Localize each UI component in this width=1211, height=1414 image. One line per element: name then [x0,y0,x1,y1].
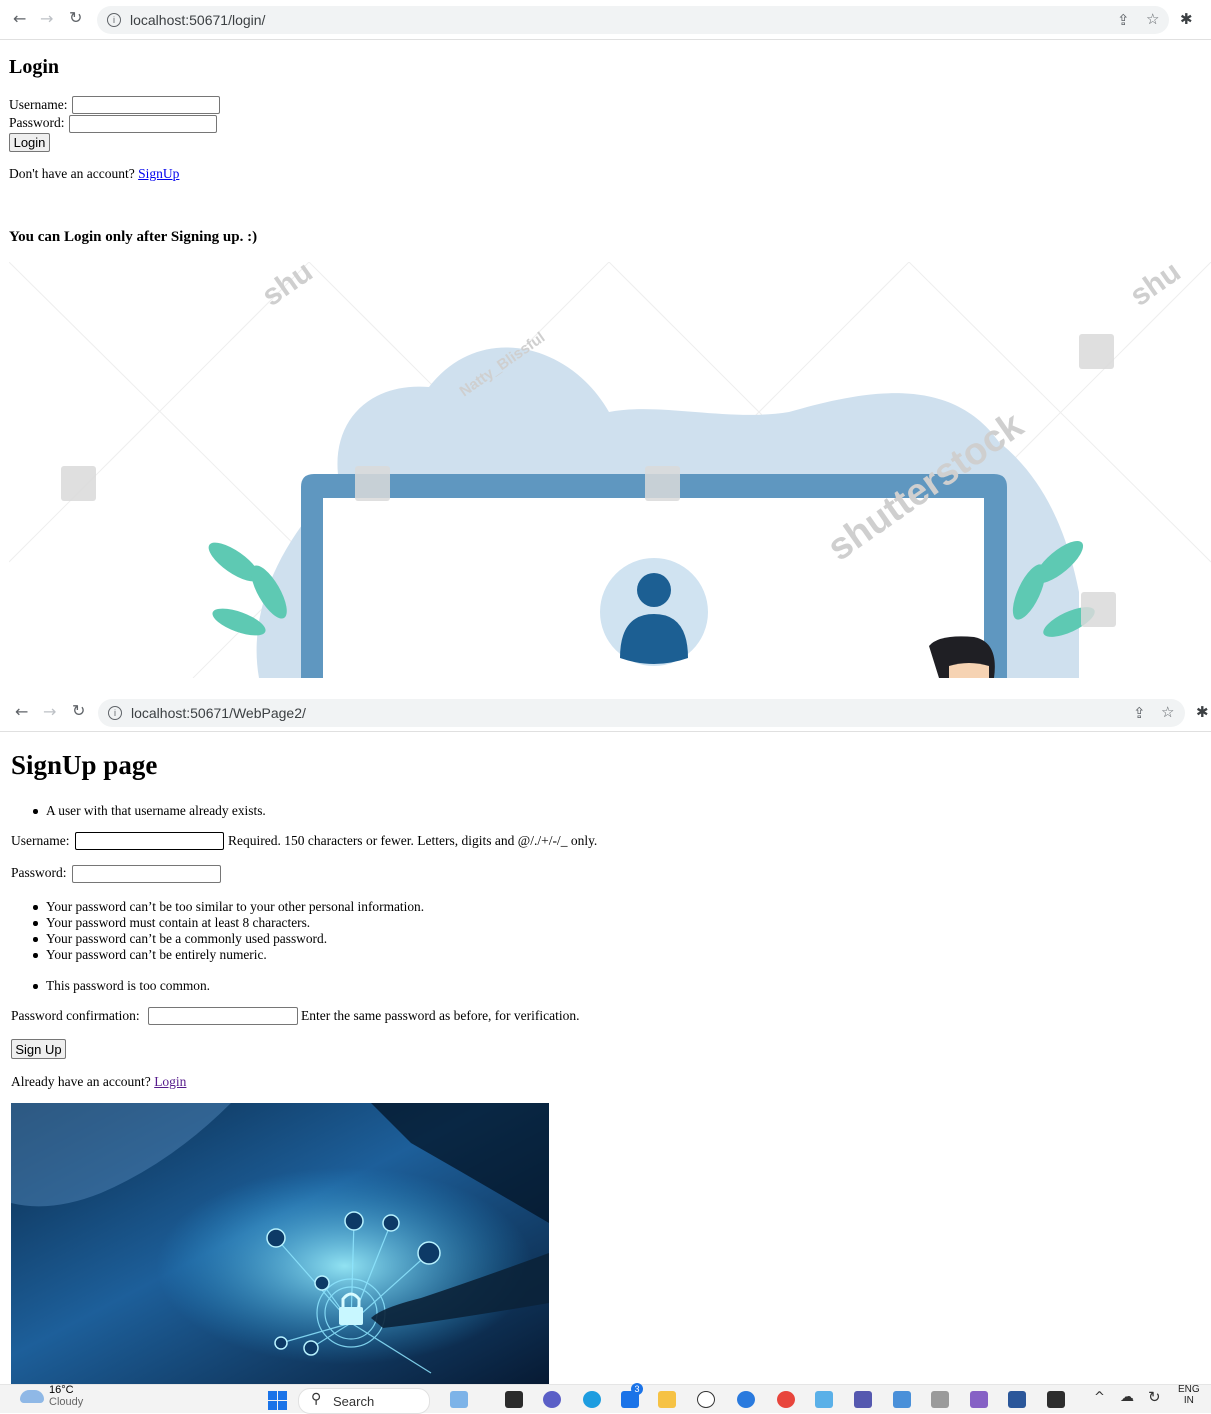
extensions-icon[interactable]: ✱ [1180,10,1193,28]
page-title: SignUp page [11,750,158,780]
taskbar-search[interactable]: ⚲ Search [298,1388,430,1414]
address-bar[interactable]: i localhost:50671/WebPage2/ [98,699,1185,727]
have-account-text: Already have an account? [11,1074,151,1089]
username-input[interactable] [72,96,220,114]
login-prompt: Already have an account? Login [11,1074,186,1090]
reload-icon[interactable]: ↻ [72,701,85,720]
username-label: Username: [11,833,70,848]
address-text: localhost:50671/login/ [130,12,266,28]
password-rule: Your password can’t be entirely numeric. [11,947,424,963]
windows-start-icon[interactable] [268,1391,287,1410]
password-error-list: This password is too common. [11,978,210,994]
security-image [11,1103,549,1384]
username-help: Required. 150 characters or fewer. Lette… [228,833,598,848]
edge-icon[interactable] [583,1391,601,1408]
visual-studio-icon[interactable] [970,1391,988,1408]
signup-link[interactable]: SignUp [138,166,179,181]
password-label: Password: [11,865,67,880]
password-rules-list: Your password can’t be too similar to yo… [11,899,424,963]
password-rule: Your password can’t be too similar to yo… [11,899,424,915]
file-explorer-icon[interactable] [658,1391,676,1408]
share-icon[interactable]: ⇪ [1117,11,1130,29]
error-item: A user with that username already exists… [11,803,266,819]
no-account-text: Don't have an account? [9,166,135,181]
password-input[interactable] [69,115,217,133]
task-view-icon[interactable] [505,1391,523,1408]
reload-icon[interactable]: ↻ [69,8,82,27]
taskbar: 16°C Cloudy ⚲ Search 3 ^ ☁ ↻ ENG IN [0,1383,1211,1414]
username-error-list: A user with that username already exists… [11,803,266,819]
share-icon[interactable]: ⇪ [1133,704,1146,722]
language-code: ENG [1178,1384,1200,1395]
address-bar[interactable]: i localhost:50671/login/ [97,6,1169,34]
skype-icon[interactable] [737,1391,755,1408]
password-confirmation-help: Enter the same password as before, for v… [301,1008,580,1023]
bookmark-star-icon[interactable]: ☆ [1161,703,1174,721]
back-icon[interactable]: ← [15,702,28,721]
notepad-icon[interactable] [893,1391,911,1408]
forward-icon[interactable]: → [43,702,56,721]
back-icon[interactable]: ← [13,9,26,28]
toolbar-divider [0,731,1211,732]
password-input[interactable] [72,865,221,883]
weather-temp[interactable]: 16°C [49,1384,74,1396]
password-confirmation-label: Password confirmation: [11,1008,140,1023]
onedrive-icon[interactable]: ☁ [1120,1389,1134,1405]
site-info-icon[interactable]: i [108,706,122,720]
bookmark-star-icon[interactable]: ☆ [1146,10,1159,28]
password-rule: Your password can’t be a commonly used p… [11,931,424,947]
database-icon[interactable] [931,1391,949,1408]
signup-prompt: Don't have an account? SignUp [9,166,179,182]
search-icon: ⚲ [311,1391,322,1407]
mail-badge: 3 [631,1383,643,1395]
sync-icon[interactable]: ↻ [1148,1388,1161,1406]
region-code: IN [1183,1395,1194,1406]
signup-button[interactable]: Sign Up [11,1039,66,1059]
teams-icon[interactable] [854,1391,872,1408]
language-indicator[interactable]: ENG IN [1178,1384,1200,1406]
extensions-icon[interactable]: ✱ [1196,703,1209,721]
word-icon[interactable] [1008,1391,1026,1408]
toolbar-divider [0,39,1211,40]
login-button[interactable]: Login [9,133,50,152]
password-rule: Your password must contain at least 8 ch… [11,915,424,931]
widgets-icon[interactable] [450,1391,468,1408]
password-confirmation-input[interactable] [148,1007,298,1025]
password-label: Password: [9,115,65,130]
terminal-icon[interactable] [1047,1391,1065,1408]
chat-icon[interactable] [543,1391,561,1408]
login-illustration: shutterstock Natty_Blissful shu shu [9,262,1211,678]
login-link[interactable]: Login [154,1074,186,1089]
snipping-tool-icon[interactable] [815,1391,833,1408]
signup-notice: You can Login only after Signing up. :) [9,229,258,245]
site-info-icon[interactable]: i [107,13,121,27]
page-title: Login [9,56,60,78]
cloud-weather-icon[interactable] [20,1390,44,1403]
chevron-up-icon[interactable]: ^ [1094,1390,1105,1405]
address-text: localhost:50671/WebPage2/ [131,705,306,721]
mail-icon[interactable]: 3 [621,1383,643,1408]
search-label: Search [333,1394,375,1409]
error-item: This password is too common. [11,978,210,994]
weather-desc: Cloudy [49,1396,84,1408]
dell-icon[interactable] [697,1391,715,1408]
username-input[interactable] [75,832,224,850]
username-label: Username: [9,97,68,112]
chrome-icon[interactable] [777,1391,795,1408]
forward-icon[interactable]: → [40,9,53,28]
